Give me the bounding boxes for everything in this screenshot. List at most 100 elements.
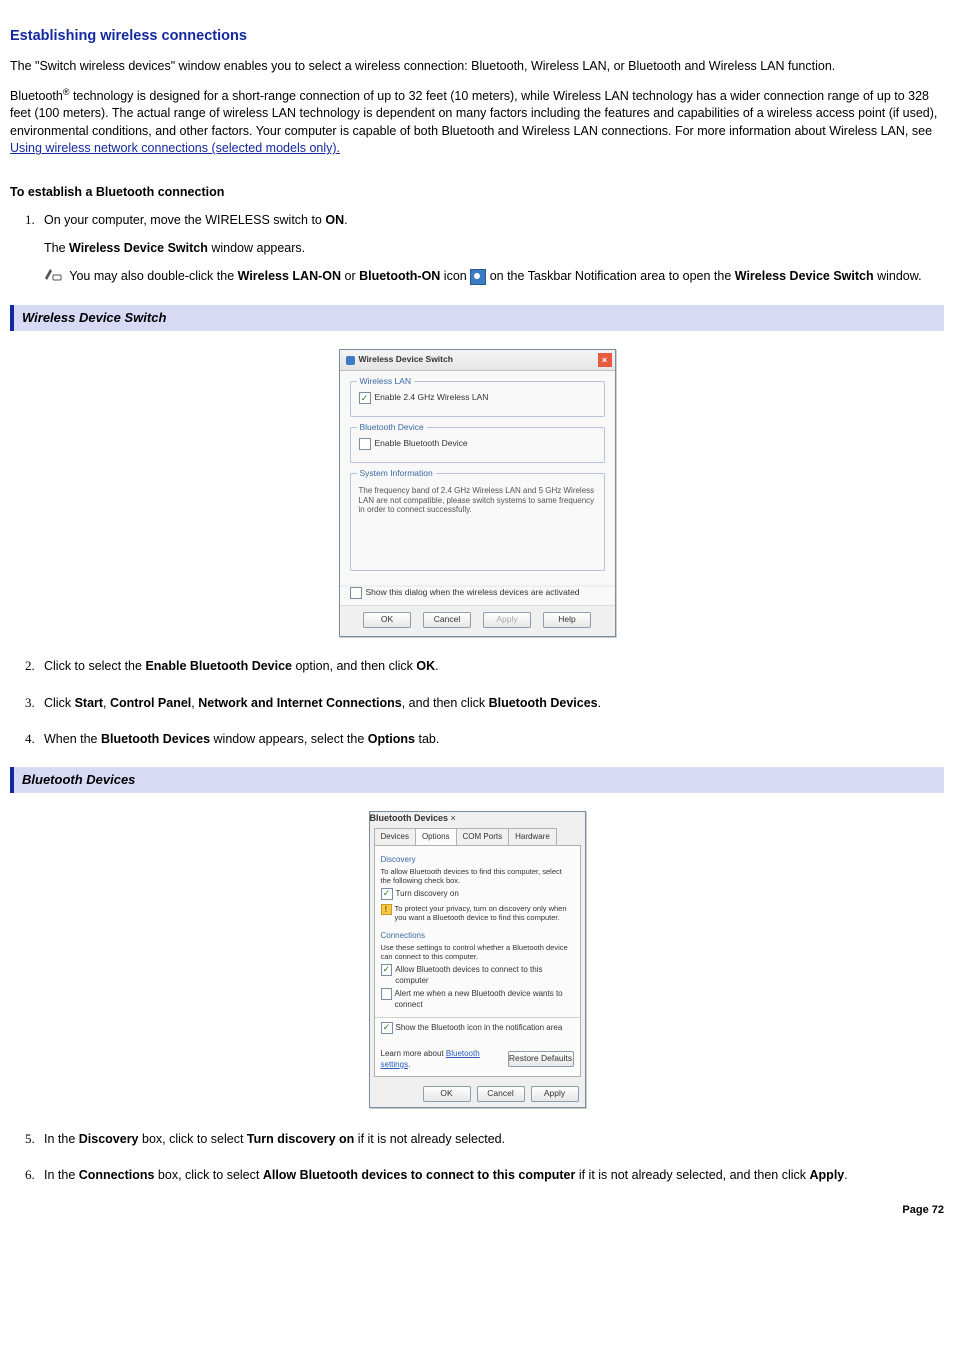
steps-list: On your computer, move the WIRELESS swit…	[38, 211, 944, 287]
text-bold: Bluetooth-ON	[359, 270, 440, 284]
text-bold: Enable Bluetooth Device	[145, 659, 292, 673]
text: .	[598, 696, 601, 710]
turn-discovery-on-checkbox[interactable]	[381, 888, 393, 900]
allow-connect-checkbox[interactable]	[381, 964, 393, 976]
text: window appears.	[208, 241, 305, 255]
text-bold: Allow Bluetooth devices to connect to th…	[263, 1168, 576, 1182]
wlan-group-legend: Wireless LAN	[357, 376, 414, 388]
tab-hardware[interactable]: Hardware	[508, 828, 557, 844]
system-info-legend: System Information	[357, 468, 436, 480]
text-bold: ON	[325, 213, 344, 227]
allow-connect-label: Allow Bluetooth devices to connect to th…	[395, 964, 573, 986]
text: Learn more about	[381, 1049, 446, 1058]
discovery-warning-text: To protect your privacy, turn on discove…	[395, 904, 574, 922]
help-button[interactable]: Help	[543, 612, 591, 628]
text-bold: Wireless Device Switch	[69, 241, 208, 255]
text: tab.	[415, 732, 439, 746]
text: , and then click	[402, 696, 489, 710]
page-number: Page 72	[10, 1203, 944, 1218]
text-bold: Options	[368, 732, 415, 746]
text: .	[435, 659, 438, 673]
text: box, click to select	[154, 1168, 262, 1182]
text-bold: OK	[416, 659, 435, 673]
text: if it is not already selected.	[354, 1132, 505, 1146]
text: option, and then click	[292, 659, 416, 673]
enable-wlan-checkbox[interactable]	[359, 392, 371, 404]
dialog-title: Bluetooth Devices	[370, 813, 449, 823]
text: technology is designed for a short-range…	[10, 89, 937, 138]
restore-defaults-button[interactable]: Restore Defaults	[508, 1051, 574, 1067]
text: .	[344, 213, 347, 227]
show-bt-icon-checkbox[interactable]	[381, 1022, 393, 1034]
system-info-text: The frequency band of 2.4 GHz Wireless L…	[359, 486, 596, 515]
text: You may also double-click the	[69, 270, 237, 284]
text: window.	[874, 270, 922, 284]
dialog-title: Wireless Device Switch	[359, 354, 453, 366]
dialog-titlebar: Bluetooth Devices ×	[370, 812, 585, 825]
tab-com-ports[interactable]: COM Ports	[456, 828, 510, 844]
enable-bluetooth-checkbox[interactable]	[359, 438, 371, 450]
cancel-button[interactable]: Cancel	[477, 1086, 525, 1102]
step-2: Click to select the Enable Bluetooth Dev…	[38, 657, 944, 676]
steps-list-cont2: In the Discovery box, click to select Tu…	[38, 1130, 944, 1185]
cancel-button[interactable]: Cancel	[423, 612, 471, 628]
show-dialog-label: Show this dialog when the wireless devic…	[366, 587, 580, 599]
app-icon	[346, 356, 355, 365]
wireless-lan-link[interactable]: Using wireless network connections (sele…	[10, 141, 340, 155]
step-4: When the Bluetooth Devices window appear…	[38, 730, 944, 749]
text: Click	[44, 696, 75, 710]
text: When the	[44, 732, 101, 746]
text-bold: Control Panel	[110, 696, 191, 710]
ok-button[interactable]: OK	[363, 612, 411, 628]
close-button[interactable]: ×	[451, 813, 456, 823]
connections-text: Use these settings to control whether a …	[381, 943, 574, 961]
step-1: On your computer, move the WIRELESS swit…	[38, 211, 944, 287]
text: On your computer, move the WIRELESS swit…	[44, 213, 325, 227]
step-6: In the Connections box, click to select …	[38, 1166, 944, 1185]
figure-caption-wds: Wireless Device Switch	[10, 305, 944, 331]
text: Bluetooth	[10, 89, 63, 103]
tabs: Devices Options COM Ports Hardware	[370, 824, 585, 844]
ok-button[interactable]: OK	[423, 1086, 471, 1102]
text-bold: Connections	[79, 1168, 155, 1182]
alert-new-device-checkbox[interactable]	[381, 988, 392, 1000]
text-bold: Wireless Device Switch	[735, 270, 874, 284]
steps-list-cont1: Click to select the Enable Bluetooth Dev…	[38, 657, 944, 749]
text-bold: Bluetooth Devices	[101, 732, 210, 746]
text: In the	[44, 1132, 79, 1146]
system-info-group: System Information The frequency band of…	[350, 473, 605, 571]
text: In the	[44, 1168, 79, 1182]
wireless-device-switch-dialog: Wireless Device Switch × Wireless LAN En…	[339, 349, 616, 637]
tab-body: Discovery To allow Bluetooth devices to …	[374, 845, 581, 1078]
step-5: In the Discovery box, click to select Tu…	[38, 1130, 944, 1149]
tab-options[interactable]: Options	[415, 828, 457, 844]
text: or	[341, 270, 359, 284]
text: The	[44, 241, 69, 255]
show-bt-icon-label: Show the Bluetooth icon in the notificat…	[396, 1022, 563, 1033]
enable-wlan-label: Enable 2.4 GHz Wireless LAN	[375, 392, 489, 404]
bluetooth-group: Bluetooth Device Enable Bluetooth Device	[350, 427, 605, 463]
turn-discovery-on-label: Turn discovery on	[396, 888, 459, 899]
show-dialog-checkbox[interactable]	[350, 587, 362, 599]
text: icon	[440, 270, 470, 284]
discovery-text: To allow Bluetooth devices to find this …	[381, 867, 574, 885]
text: .	[844, 1168, 847, 1182]
close-button[interactable]: ×	[598, 353, 612, 367]
text: window appears, select the	[210, 732, 368, 746]
text: ,	[103, 696, 110, 710]
learn-more-text: Learn more about Bluetooth settings.	[381, 1048, 508, 1070]
apply-button[interactable]: Apply	[531, 1086, 579, 1102]
connections-group-title: Connections	[381, 930, 574, 941]
text-bold: Bluetooth Devices	[489, 696, 598, 710]
alert-new-device-label: Alert me when a new Bluetooth device wan…	[395, 988, 574, 1010]
apply-button[interactable]: Apply	[483, 612, 531, 628]
text: box, click to select	[139, 1132, 247, 1146]
tab-devices[interactable]: Devices	[374, 828, 416, 844]
note-icon	[44, 267, 62, 287]
intro-paragraph-2: Bluetooth® technology is designed for a …	[10, 86, 944, 158]
text-bold: Turn discovery on	[247, 1132, 354, 1146]
figure-caption-bt: Bluetooth Devices	[10, 767, 944, 793]
text-bold: Apply	[810, 1168, 845, 1182]
bluetooth-devices-dialog: Bluetooth Devices × Devices Options COM …	[369, 811, 586, 1108]
warning-icon	[381, 904, 392, 915]
